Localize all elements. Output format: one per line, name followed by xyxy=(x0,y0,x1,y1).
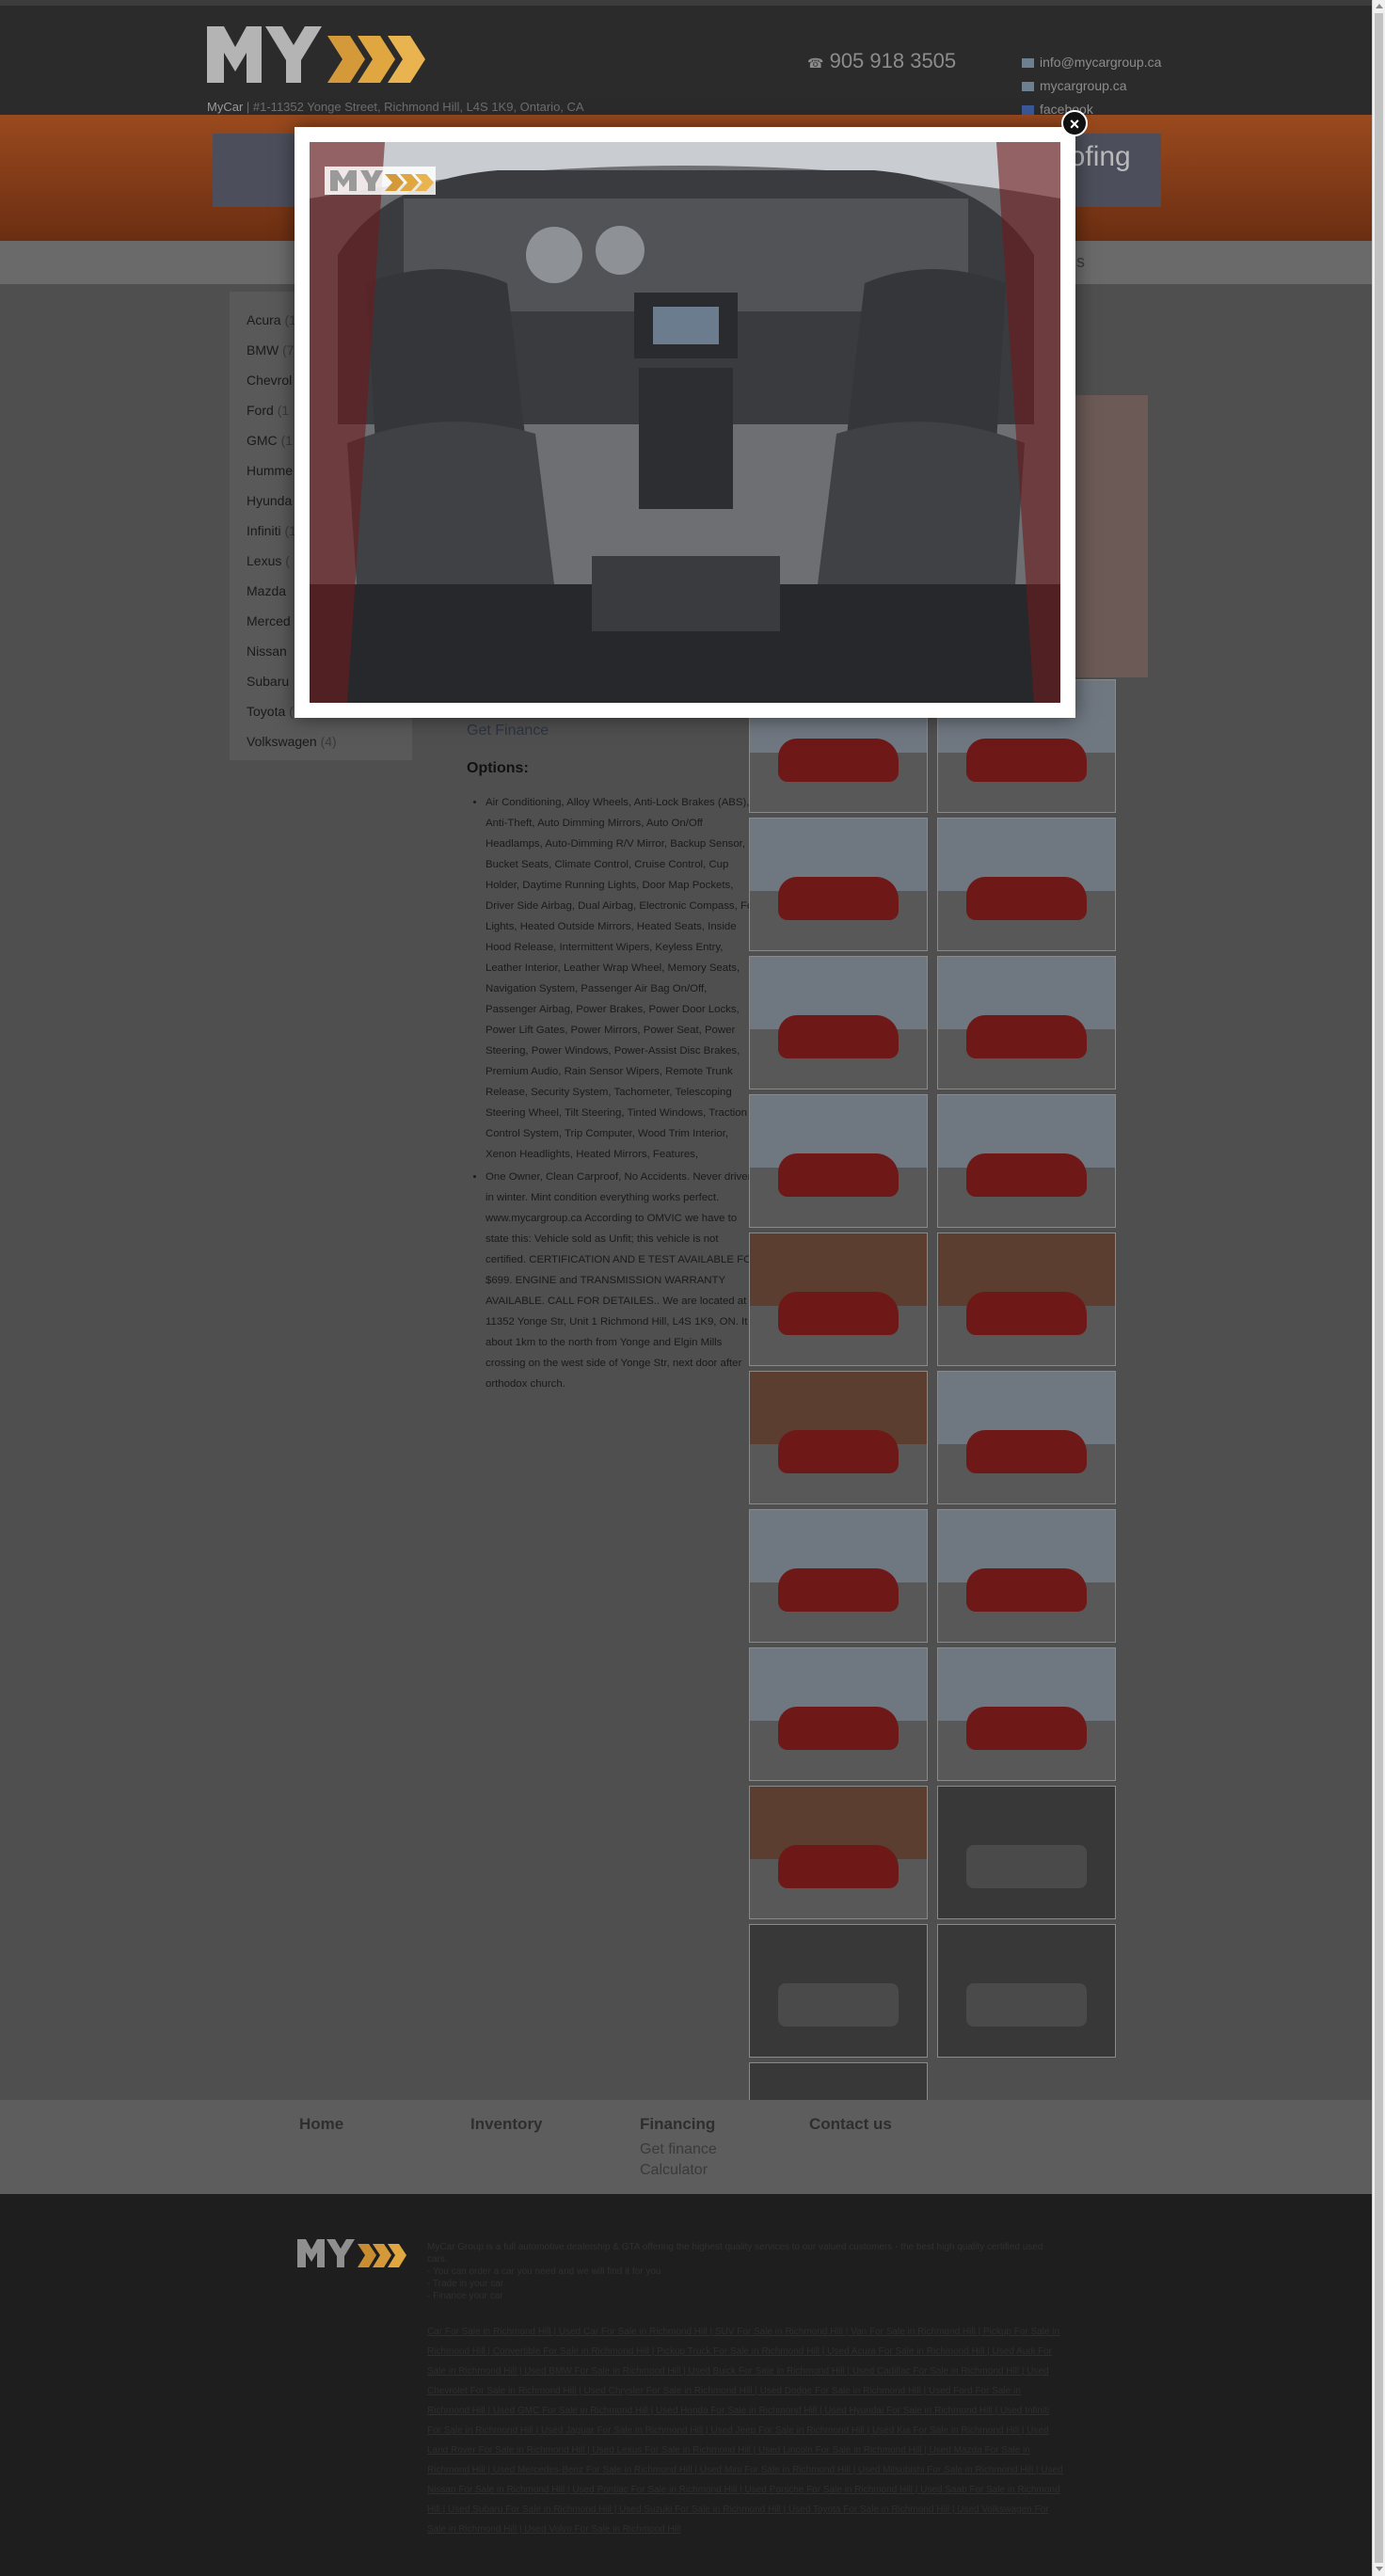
make-name: BMW xyxy=(247,342,279,358)
gallery-thumbnail[interactable] xyxy=(937,1371,1116,1504)
footer-about: MyCar Group is a full automotive dealers… xyxy=(427,2241,1048,2302)
page-scrollbar[interactable] xyxy=(1372,0,1385,2576)
close-icon[interactable]: × xyxy=(1061,110,1088,136)
gallery-thumbnail[interactable] xyxy=(937,1094,1116,1228)
address-line: MyCar | #1-11352 Yonge Street, Richmond … xyxy=(207,100,584,114)
address-text: | #1-11352 Yonge Street, Richmond Hill, … xyxy=(246,100,584,114)
gallery-thumbnail[interactable] xyxy=(749,1924,928,2058)
make-name: GMC xyxy=(247,433,278,448)
gallery-thumbnail[interactable] xyxy=(937,1924,1116,2058)
gallery-thumbnail[interactable] xyxy=(937,818,1116,951)
make-name: Lexus xyxy=(247,553,282,568)
facebook-icon xyxy=(1022,104,1034,115)
make-name: Infiniti xyxy=(247,523,281,538)
gallery-thumbnail[interactable] xyxy=(749,956,928,1089)
make-item[interactable]: Volkswagen (4) xyxy=(247,726,412,756)
contact-links: info@mycargroup.ca mycargroup.ca faceboo… xyxy=(1022,51,1161,121)
lightbox-photo xyxy=(310,142,1060,703)
options-features: Air Conditioning, Alloy Wheels, Anti-Loc… xyxy=(486,792,760,1165)
footer-bullet: - Finance your car xyxy=(427,2291,503,2301)
gallery-thumbnail[interactable] xyxy=(749,1786,928,1919)
make-name: Merced xyxy=(247,613,291,628)
scroll-down-arrow-icon[interactable] xyxy=(1376,2567,1383,2571)
gallery-thumbnail[interactable] xyxy=(749,1647,928,1781)
gallery-thumbnail[interactable] xyxy=(749,1509,928,1643)
envelope-icon xyxy=(1022,57,1034,68)
scrollbar-thumb[interactable] xyxy=(1375,13,1383,2563)
phone-number: ☎ 905 918 3505 xyxy=(807,49,956,73)
footer-home-link[interactable]: Home xyxy=(299,2115,343,2134)
footer-about-text: MyCar Group is a full automotive dealers… xyxy=(427,2242,1043,2265)
make-name: Toyota xyxy=(247,704,286,719)
globe-icon xyxy=(1022,81,1034,91)
footer-logo xyxy=(297,2239,406,2267)
make-name: Nissan xyxy=(247,644,287,659)
phone-text: 905 918 3505 xyxy=(829,49,957,72)
gallery-thumbnail[interactable] xyxy=(937,956,1116,1089)
get-finance-link[interactable]: Get Finance xyxy=(467,723,549,739)
make-count: (1 xyxy=(277,403,290,418)
site-header: MyCar | #1-11352 Yonge Street, Richmond … xyxy=(0,0,1372,120)
gallery-thumbnail[interactable] xyxy=(749,1371,928,1504)
footer-get-finance-link[interactable]: Get finance xyxy=(640,2141,717,2158)
gallery-thumbnail[interactable] xyxy=(749,818,928,951)
email-link[interactable]: info@mycargroup.ca xyxy=(1040,51,1161,74)
make-name: Acura xyxy=(247,312,281,327)
make-name: Humme xyxy=(247,463,294,478)
footer-inventory-link[interactable]: Inventory xyxy=(470,2115,543,2134)
gallery-thumbnail[interactable] xyxy=(937,1786,1116,1919)
options-heading: Options: xyxy=(467,760,529,776)
gallery-thumbnail[interactable] xyxy=(937,1647,1116,1781)
phone-icon: ☎ xyxy=(807,56,824,71)
gallery-thumbnail[interactable] xyxy=(749,1232,928,1366)
footer-bullet: - You can order a car you need and we wi… xyxy=(427,2266,661,2277)
make-name: Hyunda xyxy=(247,493,293,508)
make-count: (4) xyxy=(320,734,337,749)
options-list: Air Conditioning, Alloy Wheels, Anti-Loc… xyxy=(467,792,760,1396)
mycar-logo[interactable] xyxy=(207,26,442,83)
footer-bullet: - Trade in your car xyxy=(427,2279,504,2289)
vehicle-description: One Owner, Clean Carproof, No Accidents.… xyxy=(486,1167,760,1394)
make-name: Ford xyxy=(247,403,274,418)
brand-name: MyCar xyxy=(207,100,244,114)
make-name: Volkswagen xyxy=(247,734,317,749)
footer-financing-link[interactable]: Financing xyxy=(640,2115,715,2134)
make-count: (1 xyxy=(280,433,294,448)
footer-contact-link[interactable]: Contact us xyxy=(809,2115,892,2134)
scroll-up-arrow-icon[interactable] xyxy=(1376,4,1383,8)
website-link[interactable]: mycargroup.ca xyxy=(1040,74,1127,98)
gallery-thumbnail[interactable] xyxy=(749,1094,928,1228)
lightbox-modal xyxy=(295,127,1075,718)
make-count: (7 xyxy=(282,342,295,358)
footer-seo-links[interactable]: Car For Sale in Richmond Hill | Used Car… xyxy=(427,2322,1063,2539)
make-name: Mazda xyxy=(247,583,287,598)
make-name: Chevrol xyxy=(247,373,293,388)
make-count: ( xyxy=(285,553,290,568)
make-name: Subaru xyxy=(247,674,290,689)
make-count: ( xyxy=(289,704,294,719)
gallery-thumbnail[interactable] xyxy=(937,1509,1116,1643)
gallery-thumbnail[interactable] xyxy=(937,1232,1116,1366)
footer-calculator-link[interactable]: Calculator xyxy=(640,2162,708,2179)
